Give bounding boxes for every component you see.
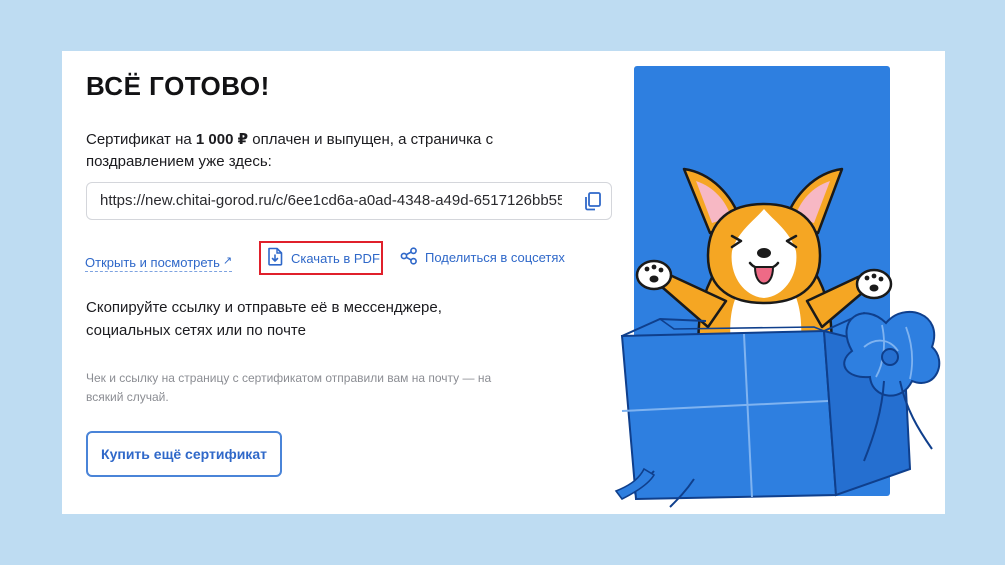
page-title: ВСЁ ГОТОВО!: [86, 71, 270, 101]
file-download-icon: [267, 247, 291, 269]
intro-text: Сертификат на 1 000 ₽ оплачен и выпущен,…: [86, 129, 506, 173]
certificate-link-text[interactable]: https://new.chitai-gorod.ru/c/6ee1cd6a-a…: [100, 183, 562, 219]
buy-another-certificate-button[interactable]: Купить ещё сертификат: [86, 431, 282, 477]
copy-icon[interactable]: [583, 191, 603, 211]
email-note-text: Чек и ссылку на страницу с сертификатом …: [86, 371, 492, 404]
copy-hint-text: Скопируйте ссылку и отправьте её в мессе…: [86, 299, 442, 339]
external-arrow-icon: ↗: [222, 255, 233, 267]
success-card: ВСЁ ГОТОВО! Сертификат на 1 000 ₽ оплаче…: [62, 51, 945, 514]
download-pdf-button[interactable]: Скачать в PDF: [259, 241, 383, 275]
download-pdf-label: Скачать в PDF: [291, 250, 380, 266]
share-socials-button[interactable]: Поделиться в соцсетях: [400, 247, 565, 268]
open-and-view-link[interactable]: Открыть и посмотреть ↗: [85, 255, 233, 272]
share-socials-label: Поделиться в соцсетях: [425, 250, 565, 265]
certificate-link-field[interactable]: https://new.chitai-gorod.ru/c/6ee1cd6a-a…: [86, 182, 612, 220]
corgi-gift-illustration: [614, 51, 945, 514]
intro-before: Сертификат на: [86, 131, 196, 148]
link-actions: Открыть и посмотреть ↗ Скачать в PDF Под…: [62, 241, 662, 281]
certificate-amount: 1 000 ₽: [195, 131, 249, 148]
share-icon: [400, 247, 425, 268]
open-and-view-label: Открыть и посмотреть: [85, 255, 220, 270]
gift-box-front: [620, 329, 838, 501]
